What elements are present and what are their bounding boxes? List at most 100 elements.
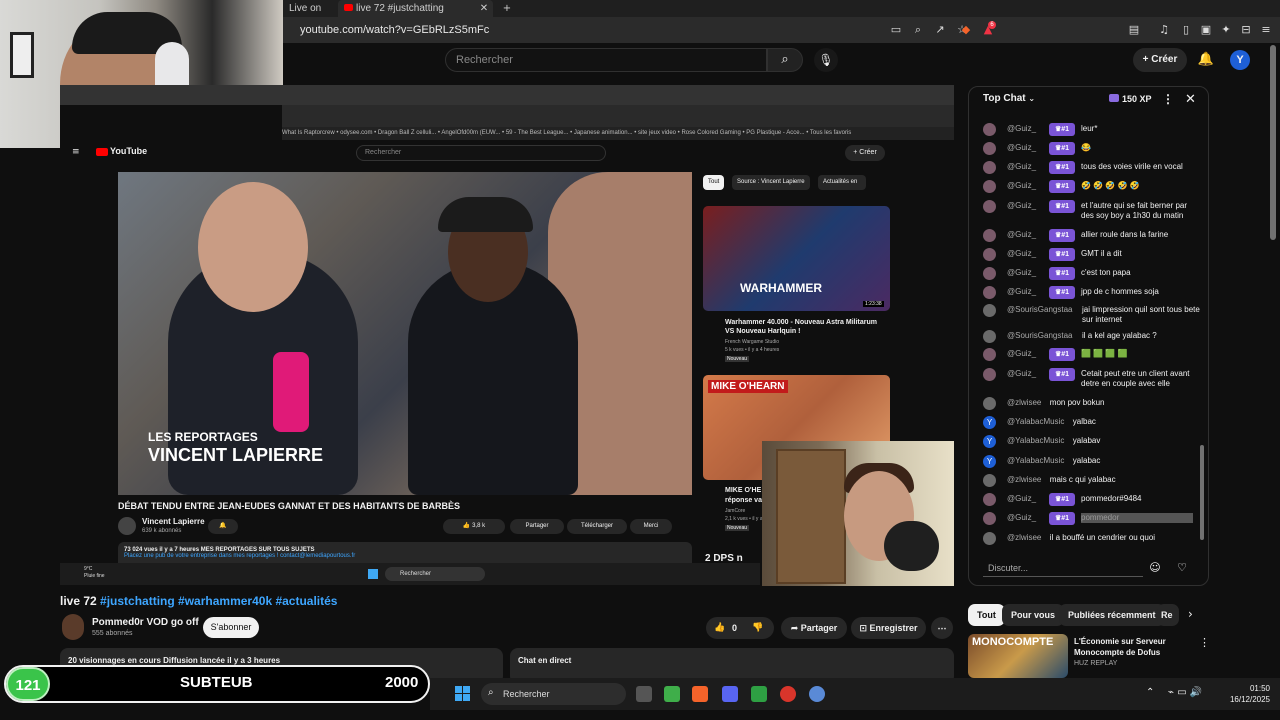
chat-author-name[interactable]: @Guiz_ <box>1007 230 1036 240</box>
chat-author-avatar[interactable] <box>983 397 996 410</box>
taskbar-search-input[interactable]: Rechercher <box>481 683 626 705</box>
obs-icon[interactable] <box>780 686 796 702</box>
subscribe-button[interactable]: S'abonner <box>203 617 259 638</box>
chat-author-name[interactable]: @Guiz_ <box>1007 181 1036 191</box>
search-icon[interactable]: ⌕ <box>767 48 803 72</box>
chat-author-name[interactable]: @Guiz_ <box>1007 369 1036 379</box>
chat-author-avatar[interactable] <box>983 180 996 193</box>
browser-tab[interactable]: Live on <box>283 0 338 17</box>
chat-author-avatar[interactable]: Y <box>983 416 996 429</box>
notifications-bell-icon[interactable]: 🔔 <box>1196 50 1216 70</box>
chat-author-avatar[interactable] <box>983 368 996 381</box>
microphone-icon[interactable]: 🎙 <box>814 48 838 72</box>
chat-author-avatar[interactable]: Y <box>983 435 996 448</box>
tray-chevron-up-icon[interactable]: ⌃ <box>1146 687 1154 698</box>
media-icon[interactable]: ♫ <box>1156 22 1172 38</box>
new-tab-icon[interactable]: + <box>500 0 514 17</box>
chat-author-name[interactable]: @Guiz_ <box>1007 143 1036 153</box>
chat-author-avatar[interactable] <box>983 161 996 174</box>
share-icon[interactable]: ↗ <box>932 22 948 38</box>
video-hashtags[interactable]: #justchatting #warhammer40k #actualités <box>100 594 337 608</box>
related-chip-recent[interactable]: Publiées récemment <box>1059 604 1165 626</box>
chat-author-name[interactable]: @SourisGangstaa <box>1007 305 1073 315</box>
create-button[interactable]: + Créer <box>1133 48 1187 72</box>
close-icon[interactable]: ✕ <box>1185 91 1196 107</box>
chat-author-avatar[interactable] <box>983 304 996 317</box>
chat-author-avatar[interactable] <box>983 532 996 545</box>
chat-author-name[interactable]: @Guiz_ <box>1007 513 1036 523</box>
chat-author-name[interactable]: @zlwisee <box>1007 533 1041 543</box>
close-tab-icon[interactable]: ✕ <box>478 0 490 17</box>
page-scrollbar[interactable] <box>1270 45 1276 240</box>
heart-icon[interactable]: ♡ <box>1175 561 1189 575</box>
chat-author-name[interactable]: @zlwisee <box>1007 475 1041 485</box>
chat-author-avatar[interactable] <box>983 248 996 261</box>
chat-mode-dropdown[interactable]: Top Chat ⌄ <box>983 93 1035 104</box>
chat-author-name[interactable]: @Guiz_ <box>1007 201 1036 211</box>
windows-start-icon[interactable] <box>455 686 471 702</box>
chat-author-avatar[interactable] <box>983 200 996 213</box>
chat-author-avatar[interactable] <box>983 123 996 136</box>
tray-network-icon[interactable]: ⌁ ▭ 🔊 <box>1168 687 1202 698</box>
more-actions-icon[interactable]: ⋯ <box>931 617 953 639</box>
profile-icon[interactable]: ⊟ <box>1238 22 1254 38</box>
discord-icon[interactable] <box>722 686 738 702</box>
related-title[interactable]: L'Économie sur Serveur Monocompte de Dof… <box>1074 636 1199 658</box>
related-chip-all[interactable]: Tout <box>968 604 1005 626</box>
brave-shield-icon[interactable]: ◆ <box>958 22 974 38</box>
cast-icon[interactable]: ▭ <box>888 22 904 38</box>
sidebar-icon[interactable]: ▯ <box>1178 22 1194 38</box>
emoji-icon[interactable]: ☺ <box>1148 561 1162 575</box>
taskbar-clock[interactable]: 01:50 16/12/2025 <box>1212 683 1270 705</box>
channel-avatar[interactable] <box>62 614 84 640</box>
wallet-icon[interactable]: ▣ <box>1198 22 1214 38</box>
chat-author-avatar[interactable] <box>983 474 996 487</box>
chat-author-avatar[interactable] <box>983 348 996 361</box>
chat-author-name[interactable]: @Guiz_ <box>1007 494 1036 504</box>
chat-author-avatar[interactable] <box>983 267 996 280</box>
task-view-icon[interactable] <box>636 686 652 702</box>
chat-author-name[interactable]: @Guiz_ <box>1007 349 1036 359</box>
menu-icon[interactable]: ≡ <box>1258 22 1274 38</box>
url-field[interactable]: youtube.com/watch?v=GEbRLzS5mFc <box>300 22 860 38</box>
related-chip-for-you[interactable]: Pour vous <box>1002 604 1065 626</box>
chat-author-avatar[interactable] <box>983 142 996 155</box>
chat-author-name[interactable]: @Guiz_ <box>1007 268 1036 278</box>
chat-input[interactable]: Discuter... <box>983 559 1143 577</box>
browser-tab-active[interactable]: live 72 #justchatting #warhamm <box>338 0 493 31</box>
chat-author-avatar[interactable] <box>983 512 996 525</box>
dislike-icon[interactable]: 👎 <box>752 617 763 639</box>
chat-author-avatar[interactable] <box>983 286 996 299</box>
channel-name[interactable]: Pommed0r VOD go off <box>92 617 199 628</box>
related-more-icon[interactable]: ⋮ <box>1199 636 1210 649</box>
chat-author-avatar[interactable] <box>983 229 996 242</box>
brave-browser-icon[interactable] <box>692 686 708 702</box>
chat-author-name[interactable]: @zlwisee <box>1007 398 1041 408</box>
chat-scrollbar[interactable] <box>1200 445 1204 540</box>
chat-author-name[interactable]: @SourisGangstaa <box>1007 331 1073 341</box>
reading-mode-icon[interactable]: ▤ <box>1126 22 1142 38</box>
chevron-right-icon[interactable]: › <box>1188 607 1193 621</box>
save-button[interactable]: ⊡ Enregistrer <box>851 617 926 639</box>
chat-author-avatar[interactable] <box>983 330 996 343</box>
chat-author-name[interactable]: @Guiz_ <box>1007 287 1036 297</box>
related-chip-more[interactable]: Re <box>1157 604 1179 626</box>
chat-author-name[interactable]: @Guiz_ <box>1007 249 1036 259</box>
chat-author-avatar[interactable] <box>983 493 996 506</box>
more-options-icon[interactable]: ⋮ <box>1162 92 1174 106</box>
chat-author-name[interactable]: @Guiz_ <box>1007 124 1036 134</box>
chat-author-name[interactable]: @Guiz_ <box>1007 162 1036 172</box>
chat-author-avatar[interactable]: Y <box>983 455 996 468</box>
chat-author-name[interactable]: @YalabacMusic <box>1007 436 1064 446</box>
chat-author-name[interactable]: @YalabacMusic <box>1007 417 1064 427</box>
app-icon[interactable] <box>664 686 680 702</box>
chat-author-name[interactable]: @YalabacMusic <box>1007 456 1064 466</box>
like-icon[interactable]: 👍 <box>714 617 725 639</box>
share-button[interactable]: ➦ Partager <box>781 617 847 639</box>
extensions-icon[interactable]: ✦ <box>1218 22 1234 38</box>
settings-gear-icon[interactable] <box>809 686 825 702</box>
search-input[interactable]: Rechercher <box>445 48 767 72</box>
account-avatar[interactable]: Y <box>1230 50 1250 70</box>
zoom-icon[interactable]: ⌕ <box>910 22 926 38</box>
xp-badge[interactable]: 150 XP <box>1109 92 1152 106</box>
